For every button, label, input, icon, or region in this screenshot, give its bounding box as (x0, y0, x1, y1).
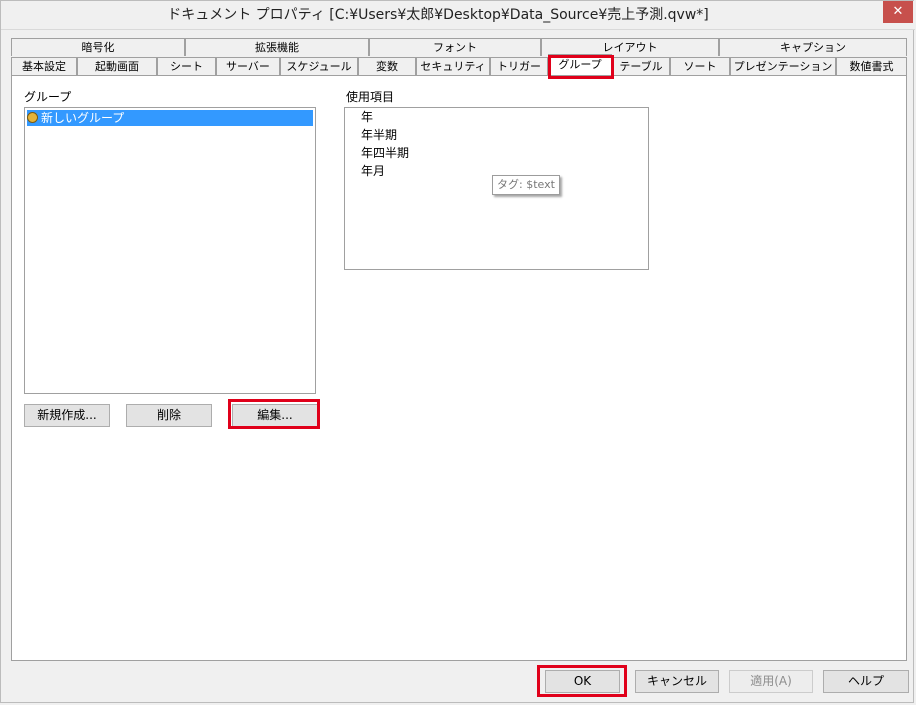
tab-number[interactable]: 数値書式 (836, 57, 907, 75)
tab-encryption[interactable]: 暗号化 (11, 38, 185, 56)
tab-extensions[interactable]: 拡張機能 (185, 38, 369, 56)
tab-groups[interactable]: グループ (548, 54, 612, 75)
tab-opening[interactable]: 起動画面 (77, 57, 157, 75)
help-button[interactable]: ヘルプ (823, 670, 909, 693)
used-fields-label: 使用項目 (346, 90, 395, 104)
window-title: ドキュメント プロパティ [C:¥Users¥太郎¥Desktop¥Data_S… (167, 7, 709, 23)
list-item[interactable]: 年半期 (361, 126, 397, 144)
tab-caption[interactable]: キャプション (719, 38, 907, 56)
tag-tooltip: タグ: $text (492, 175, 560, 195)
apply-button[interactable]: 適用(A) (729, 670, 813, 693)
tab-general[interactable]: 基本設定 (11, 57, 77, 75)
tab-sheets[interactable]: シート (157, 57, 216, 75)
groups-label: グループ (24, 90, 72, 104)
tab-sort[interactable]: ソート (670, 57, 730, 75)
ok-button[interactable]: OK (545, 670, 620, 693)
cycle-group-icon (27, 112, 38, 123)
groups-panel: グループ 新しいグループ 新規作成... 削除 編集... 使用項目 年 年半期… (11, 75, 907, 661)
tab-server[interactable]: サーバー (216, 57, 280, 75)
tab-tables[interactable]: テーブル (612, 57, 670, 75)
groups-list[interactable]: 新しいグループ (24, 107, 316, 394)
list-item[interactable]: 年四半期 (361, 144, 409, 162)
list-item[interactable]: 年月 (361, 162, 385, 180)
edit-group-button[interactable]: 編集... (232, 404, 318, 427)
cancel-button[interactable]: キャンセル (635, 670, 719, 693)
used-fields-list[interactable]: 年 年半期 年四半期 年月 タグ: $text (344, 107, 649, 270)
list-item[interactable]: 年 (361, 108, 373, 126)
list-item[interactable]: 新しいグループ (27, 110, 313, 126)
delete-group-button[interactable]: 削除 (126, 404, 212, 427)
tab-row-front: 基本設定 起動画面 シート サーバー スケジュール 変数 セキュリティ トリガー… (11, 54, 907, 75)
tab-security[interactable]: セキュリティ (416, 57, 490, 75)
tab-variables[interactable]: 変数 (358, 57, 416, 75)
tab-row-back: 暗号化 拡張機能 フォント レイアウト キャプション (11, 38, 907, 56)
title-bar[interactable]: ドキュメント プロパティ [C:¥Users¥太郎¥Desktop¥Data_S… (1, 1, 915, 30)
tab-presentation[interactable]: プレゼンテーション (730, 57, 836, 75)
document-properties-dialog: ドキュメント プロパティ [C:¥Users¥太郎¥Desktop¥Data_S… (0, 0, 915, 703)
tab-triggers[interactable]: トリガー (490, 57, 548, 75)
close-icon[interactable]: ✕ (883, 1, 913, 23)
new-group-button[interactable]: 新規作成... (24, 404, 110, 427)
tab-scheduler[interactable]: スケジュール (280, 57, 358, 75)
group-name: 新しいグループ (41, 111, 125, 125)
tab-fonts[interactable]: フォント (369, 38, 541, 56)
